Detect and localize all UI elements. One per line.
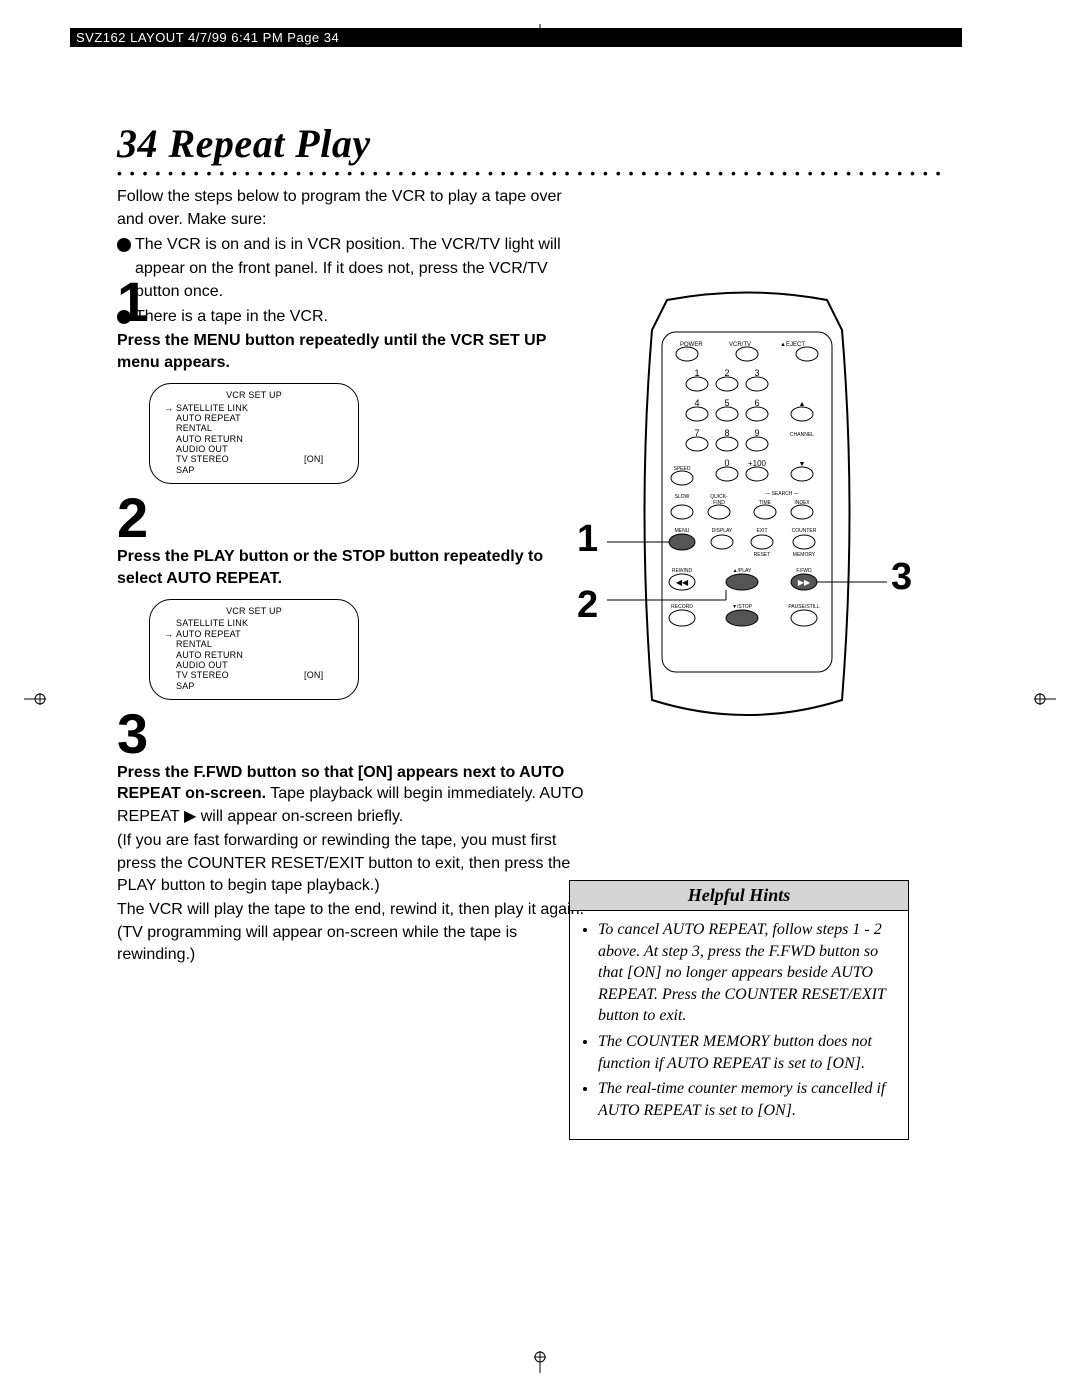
- hint-1: To cancel AUTO REPEAT, follow steps 1 - …: [598, 919, 896, 1027]
- page-header: SVZ162 LAYOUT 4/7/99 6:41 PM Page 34: [70, 28, 962, 47]
- callout-1: 1: [577, 520, 598, 558]
- svg-text:▲/PLAY: ▲/PLAY: [733, 568, 752, 574]
- step-2-heading: Press the PLAY button or the STOP button…: [117, 546, 587, 589]
- svg-text:REWIND: REWIND: [672, 568, 693, 574]
- svg-text:◀◀: ◀◀: [676, 578, 689, 587]
- svg-text:SLOW: SLOW: [675, 494, 690, 500]
- page-title: 34 Repeat Play: [117, 120, 947, 167]
- hint-3: The real-time counter memory is cancelle…: [598, 1078, 896, 1121]
- step-2-number: 2: [117, 490, 587, 546]
- crop-mark-left: [24, 690, 46, 708]
- manual-page: SVZ162 LAYOUT 4/7/99 6:41 PM Page 34 34 …: [0, 0, 1080, 1397]
- hints-body: To cancel AUTO REPEAT, follow steps 1 - …: [570, 911, 908, 1139]
- helpful-hints-box: Helpful Hints To cancel AUTO REPEAT, fol…: [569, 880, 909, 1140]
- divider-dots: • • • • • • • • • • • • • • • • • • • • …: [117, 165, 947, 181]
- vcr-menu-2: VCR SET UPSATELLITE LINK→AUTO REPEATRENT…: [149, 599, 359, 700]
- callout-2: 2: [577, 586, 598, 624]
- crop-mark-bottom: [531, 1351, 549, 1373]
- crop-mark-right: [1034, 690, 1056, 708]
- step-1-number: 1: [117, 274, 587, 330]
- hints-title: Helpful Hints: [570, 881, 908, 911]
- step-1-heading: Press the MENU button repeatedly until t…: [117, 330, 587, 373]
- steps-column: 1 Press the MENU button repeatedly until…: [117, 268, 587, 967]
- svg-text:RECORD: RECORD: [671, 604, 693, 610]
- step-3-body-3: The VCR will play the tape to the end, r…: [117, 899, 587, 966]
- svg-text:RESET: RESET: [754, 552, 771, 558]
- bullet-icon: [117, 238, 131, 252]
- svg-text:MEMORY: MEMORY: [793, 552, 816, 558]
- page-content: 34 Repeat Play • • • • • • • • • • • • •…: [117, 120, 947, 328]
- svg-text:— SEARCH —: — SEARCH —: [765, 491, 799, 497]
- hint-2: The COUNTER MEMORY button does not funct…: [598, 1031, 896, 1074]
- svg-text:MENU: MENU: [675, 528, 690, 534]
- intro-text: Follow the steps below to program the VC…: [117, 188, 562, 228]
- step-3-content: Press the F.FWD button so that [ON] appe…: [117, 762, 587, 828]
- callout-3: 3: [891, 558, 912, 596]
- step-3-body-2: (If you are fast forwarding or rewinding…: [117, 830, 587, 897]
- svg-text:▲EJECT: ▲EJECT: [780, 342, 805, 348]
- step-3-number: 3: [117, 706, 587, 762]
- svg-text:EXIT: EXIT: [756, 528, 767, 534]
- svg-text:▶▶: ▶▶: [798, 578, 811, 587]
- svg-text:CHANNEL: CHANNEL: [790, 432, 814, 438]
- vcr-menu-1: VCR SET UP→SATELLITE LINKAUTO REPEATRENT…: [149, 383, 359, 484]
- svg-text:COUNTER: COUNTER: [792, 528, 817, 534]
- remote-illustration: POWER VCR/TV ▲EJECT 123 456 ▲ 789 CHANNE…: [607, 290, 887, 740]
- svg-text:▼/STOP: ▼/STOP: [732, 604, 753, 610]
- svg-text:PAUSE/STILL: PAUSE/STILL: [788, 604, 820, 610]
- svg-text:F.FWD: F.FWD: [796, 568, 812, 574]
- svg-text:DISPLAY: DISPLAY: [712, 528, 733, 534]
